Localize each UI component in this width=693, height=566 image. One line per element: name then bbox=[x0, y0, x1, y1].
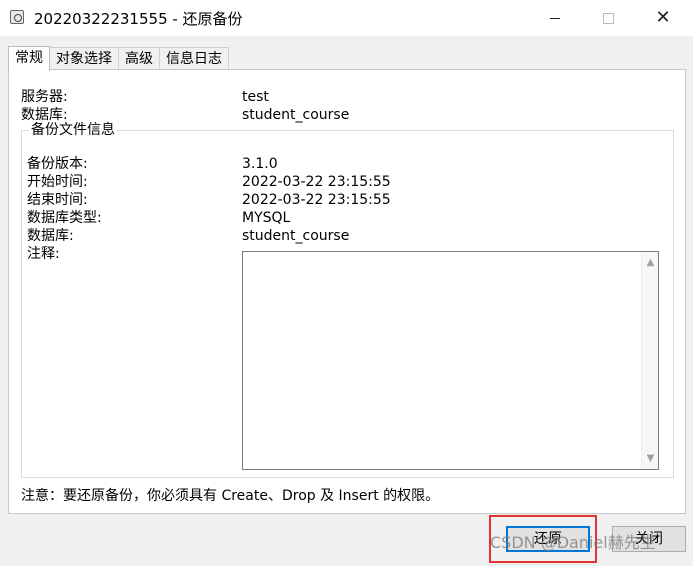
backup-info-group: 备份文件信息 备份版本: 3.1.0 开始时间: 2022-03-22 23:1… bbox=[21, 121, 674, 478]
group-title: 备份文件信息 bbox=[29, 121, 117, 139]
general-tab-panel: 服务器: test 数据库: student_course 备份文件信息 备份版… bbox=[8, 69, 686, 514]
db-type-label: 数据库类型: bbox=[27, 210, 102, 226]
tab-bar: 常规 对象选择 高级 信息日志 bbox=[8, 46, 229, 71]
window-title: 20220322231555 - 还原备份 bbox=[34, 10, 243, 28]
start-time-value: 2022-03-22 23:15:55 bbox=[242, 174, 391, 190]
close-button[interactable]: 关闭 bbox=[612, 526, 686, 552]
tab-info-log[interactable]: 信息日志 bbox=[159, 47, 229, 70]
version-value: 3.1.0 bbox=[242, 156, 278, 172]
start-time-label: 开始时间: bbox=[27, 174, 88, 190]
app-icon bbox=[10, 10, 24, 24]
comment-scrollbar[interactable]: ▲ ▼ bbox=[641, 252, 658, 469]
close-icon: ✕ bbox=[655, 7, 671, 28]
server-value: test bbox=[242, 89, 269, 105]
database-value: student_course bbox=[242, 107, 350, 123]
dialog-body: 常规 对象选择 高级 信息日志 服务器: test 数据库: student_c… bbox=[0, 36, 693, 566]
minimize-icon bbox=[550, 17, 560, 19]
minimize-button[interactable] bbox=[532, 0, 578, 36]
comment-label: 注释: bbox=[27, 246, 60, 262]
title-bar: 20220322231555 - 还原备份 ✕ bbox=[0, 0, 693, 36]
comment-textarea[interactable]: ▲ ▼ bbox=[242, 251, 659, 470]
scroll-down-icon[interactable]: ▼ bbox=[642, 450, 659, 467]
tab-general[interactable]: 常规 bbox=[8, 46, 50, 71]
restore-button[interactable]: 还原 bbox=[506, 526, 590, 552]
maximize-icon bbox=[602, 12, 614, 24]
maximize-button[interactable] bbox=[585, 0, 631, 36]
close-window-button[interactable]: ✕ bbox=[640, 0, 686, 36]
server-label: 服务器: bbox=[21, 89, 68, 105]
tab-advanced[interactable]: 高级 bbox=[118, 47, 160, 70]
permission-note: 注意：要还原备份，你必须具有 Create、Drop 及 Insert 的权限。 bbox=[21, 488, 440, 504]
scroll-up-icon[interactable]: ▲ bbox=[642, 254, 659, 271]
tab-object-selection[interactable]: 对象选择 bbox=[49, 47, 119, 70]
db-type-value: MYSQL bbox=[242, 210, 291, 226]
version-label: 备份版本: bbox=[27, 156, 88, 172]
db-label: 数据库: bbox=[27, 228, 74, 244]
end-time-label: 结束时间: bbox=[27, 192, 88, 208]
end-time-value: 2022-03-22 23:15:55 bbox=[242, 192, 391, 208]
db-value: student_course bbox=[242, 228, 350, 244]
